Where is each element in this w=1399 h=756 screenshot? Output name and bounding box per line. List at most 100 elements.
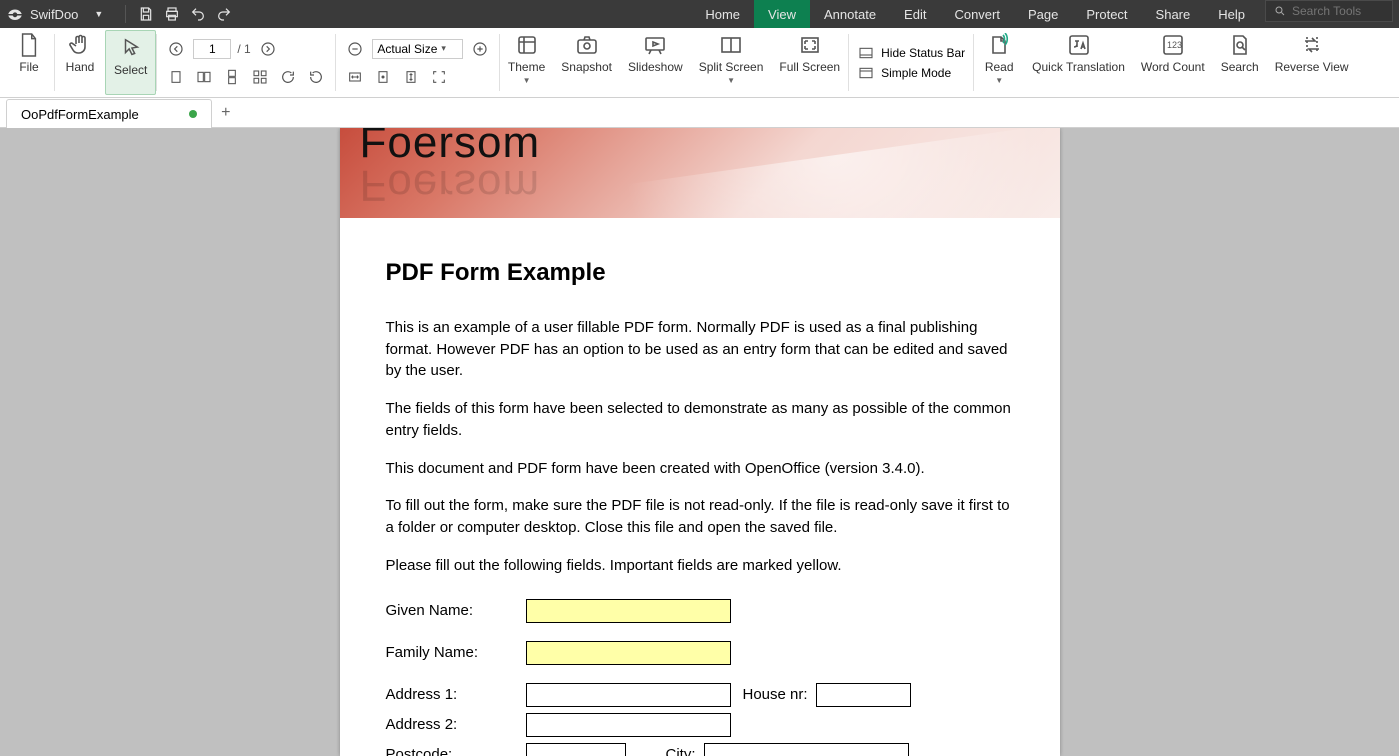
label-postcode: Postcode:: [386, 744, 526, 756]
search-tools[interactable]: [1265, 0, 1393, 22]
reverse-view-button[interactable]: Reverse View: [1267, 28, 1357, 97]
zoom-out-button[interactable]: [344, 38, 366, 60]
menu-protect[interactable]: Protect: [1072, 0, 1141, 28]
print-button[interactable]: [160, 2, 184, 26]
redo-button[interactable]: [212, 2, 236, 26]
menu-share[interactable]: Share: [1142, 0, 1205, 28]
slideshow-icon: [642, 32, 668, 58]
snapshot-button[interactable]: Snapshot: [553, 28, 620, 97]
address1-field[interactable]: [526, 683, 731, 707]
search-doc-button[interactable]: Search: [1213, 28, 1267, 97]
ribbon: File Hand Select / 1 Actual Size: [0, 28, 1399, 98]
chevron-down-icon: ▼: [523, 76, 531, 85]
search-icon: [1274, 5, 1286, 17]
menu-view[interactable]: View: [754, 0, 810, 28]
app-menu-caret-icon[interactable]: ▼: [88, 9, 109, 19]
label-family-name: Family Name:: [386, 642, 526, 664]
menu-convert[interactable]: Convert: [940, 0, 1014, 28]
menu-page[interactable]: Page: [1014, 0, 1072, 28]
camera-icon: [574, 32, 600, 58]
cursor-icon: [118, 35, 144, 61]
para-3: This document and PDF form have been cre…: [386, 458, 1014, 480]
fit-page-button[interactable]: [372, 66, 394, 88]
postcode-field[interactable]: [526, 743, 626, 756]
theme-button[interactable]: Theme ▼: [500, 28, 553, 97]
para-5: Please fill out the following fields. Im…: [386, 555, 1014, 577]
document-tab-label: OoPdfFormExample: [21, 107, 139, 122]
para-4: To fill out the form, make sure the PDF …: [386, 495, 1014, 539]
menu-annotate[interactable]: Annotate: [810, 0, 890, 28]
para-1: This is an example of a user fillable PD…: [386, 317, 1014, 382]
reverse-icon: [1299, 32, 1325, 58]
view-single-button[interactable]: [165, 66, 187, 88]
view-facing-button[interactable]: [193, 66, 215, 88]
document-tab[interactable]: OoPdfFormExample: [6, 99, 212, 128]
file-icon: [16, 32, 42, 58]
speak-icon: [986, 32, 1012, 58]
page-number-input[interactable]: [193, 39, 231, 59]
label-address2: Address 2:: [386, 714, 526, 736]
split-screen-button[interactable]: Split Screen ▼: [691, 28, 772, 97]
page-nav-group: / 1: [157, 28, 335, 97]
label-given-name: Given Name:: [386, 600, 526, 622]
rotate-ccw-button[interactable]: [305, 66, 327, 88]
menu-home[interactable]: Home: [691, 0, 754, 28]
fullscreen-icon: [797, 32, 823, 58]
hide-status-bar-button[interactable]: Hide Status Bar: [857, 45, 965, 61]
address2-field[interactable]: [526, 713, 731, 737]
given-name-field[interactable]: [526, 599, 731, 623]
fit-width-button[interactable]: [344, 66, 366, 88]
word-count-button[interactable]: 123 Word Count: [1133, 28, 1213, 97]
page-heading: PDF Form Example: [386, 256, 1014, 291]
file-button[interactable]: File: [4, 28, 54, 97]
para-2: The fields of this form have been select…: [386, 398, 1014, 442]
hand-tool-button[interactable]: Hand: [55, 28, 105, 97]
house-nr-field[interactable]: [816, 683, 911, 707]
modified-indicator-icon: [189, 110, 197, 118]
full-screen-button[interactable]: Full Screen: [771, 28, 848, 97]
document-viewer[interactable]: Foersom Foersom PDF Form Example This is…: [0, 128, 1399, 756]
first-page-button[interactable]: [165, 38, 187, 60]
last-page-button[interactable]: [257, 38, 279, 60]
search-tools-input[interactable]: [1292, 4, 1382, 18]
simple-mode-button[interactable]: Simple Mode: [857, 65, 965, 81]
slideshow-button[interactable]: Slideshow: [620, 28, 691, 97]
search-doc-icon: [1227, 32, 1253, 58]
translate-icon: [1066, 32, 1092, 58]
split-icon: [718, 32, 744, 58]
save-button[interactable]: [134, 2, 158, 26]
read-button[interactable]: Read ▼: [974, 28, 1024, 97]
app-logo-icon: [6, 5, 24, 23]
pdf-form: Given Name: Family Name: Address 1: Hous…: [386, 599, 1014, 756]
view-grid-button[interactable]: [249, 66, 271, 88]
banner-reflection: Foersom: [360, 160, 541, 210]
city-field[interactable]: [704, 743, 909, 756]
simple-mode-icon: [857, 65, 875, 81]
fit-visible-button[interactable]: [428, 66, 450, 88]
app-name: SwifDoo: [30, 7, 82, 22]
banner: Foersom Foersom: [340, 128, 1060, 218]
document-tab-bar: OoPdfFormExample +: [0, 98, 1399, 128]
quick-translation-button[interactable]: Quick Translation: [1024, 28, 1133, 97]
pdf-page: Foersom Foersom PDF Form Example This is…: [340, 128, 1060, 756]
select-tool-button[interactable]: Select: [105, 30, 156, 95]
family-name-field[interactable]: [526, 641, 731, 665]
label-address1: Address 1:: [386, 684, 526, 706]
view-options-group: Hide Status Bar Simple Mode: [849, 28, 973, 97]
fit-height-button[interactable]: [400, 66, 422, 88]
zoom-group: Actual Size: [336, 28, 499, 97]
menu-edit[interactable]: Edit: [890, 0, 940, 28]
title-bar: SwifDoo ▼ Home View Annotate Edit Conver…: [0, 0, 1399, 28]
zoom-in-button[interactable]: [469, 38, 491, 60]
undo-button[interactable]: [186, 2, 210, 26]
menu-help[interactable]: Help: [1204, 0, 1259, 28]
label-city: City:: [666, 744, 696, 756]
rotate-cw-button[interactable]: [277, 66, 299, 88]
chevron-down-icon: ▼: [995, 76, 1003, 85]
theme-icon: [514, 32, 540, 58]
new-tab-button[interactable]: +: [212, 98, 240, 127]
zoom-select[interactable]: Actual Size: [372, 39, 463, 59]
word-count-icon: 123: [1160, 32, 1186, 58]
view-continuous-button[interactable]: [221, 66, 243, 88]
chevron-down-icon: ▼: [727, 76, 735, 85]
